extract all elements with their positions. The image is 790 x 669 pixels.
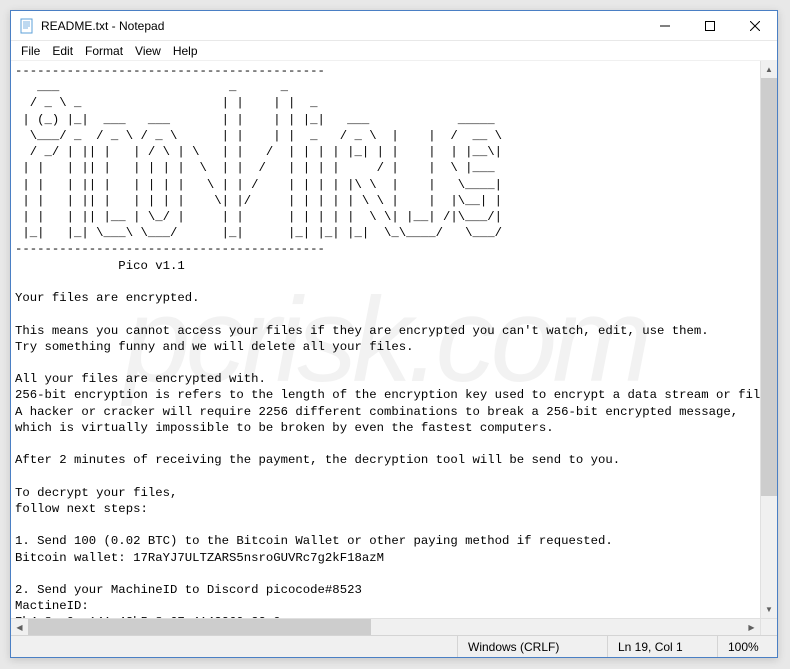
menu-format[interactable]: Format <box>79 42 129 60</box>
minimize-button[interactable] <box>642 11 687 40</box>
vertical-scrollbar[interactable]: ▲ ▼ <box>760 61 777 618</box>
scroll-thumb-horizontal[interactable] <box>28 619 371 635</box>
text-area[interactable]: ----------------------------------------… <box>11 61 760 618</box>
scroll-right-button[interactable]: ▶ <box>743 619 760 635</box>
menubar: File Edit Format View Help <box>11 41 777 61</box>
menu-edit[interactable]: Edit <box>46 42 79 60</box>
close-icon <box>750 21 760 31</box>
minimize-icon <box>660 21 670 31</box>
scroll-up-button[interactable]: ▲ <box>761 61 777 78</box>
menu-help[interactable]: Help <box>167 42 204 60</box>
horizontal-scrollbar[interactable]: ◀ ▶ <box>11 618 777 635</box>
menu-file[interactable]: File <box>15 42 46 60</box>
close-button[interactable] <box>732 11 777 40</box>
status-spacer <box>11 636 457 657</box>
menu-view[interactable]: View <box>129 42 167 60</box>
notepad-window: README.txt - Notepad File Edit Format Vi… <box>10 10 778 658</box>
scroll-thumb-vertical[interactable] <box>761 78 777 496</box>
status-encoding: Windows (CRLF) <box>457 636 607 657</box>
window-title: README.txt - Notepad <box>41 19 642 33</box>
notepad-icon <box>19 18 35 34</box>
scroll-left-button[interactable]: ◀ <box>11 619 28 635</box>
status-position: Ln 19, Col 1 <box>607 636 717 657</box>
maximize-button[interactable] <box>687 11 732 40</box>
maximize-icon <box>705 21 715 31</box>
window-controls <box>642 11 777 40</box>
document-text: ----------------------------------------… <box>15 64 760 618</box>
status-zoom: 100% <box>717 636 777 657</box>
scrollbar-corner <box>760 619 777 635</box>
scroll-down-button[interactable]: ▼ <box>761 601 777 618</box>
scroll-track-horizontal[interactable] <box>28 619 743 635</box>
statusbar: Windows (CRLF) Ln 19, Col 1 100% <box>11 635 777 657</box>
titlebar[interactable]: README.txt - Notepad <box>11 11 777 41</box>
scroll-track-vertical[interactable] <box>761 78 777 601</box>
